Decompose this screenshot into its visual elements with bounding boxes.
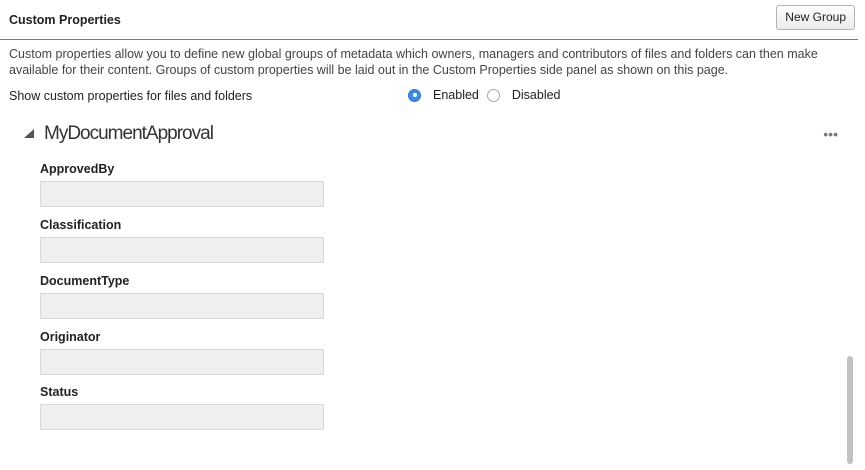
field-label: Originator [40,330,101,344]
originator-input[interactable] [40,349,324,375]
enabled-radio[interactable] [408,88,421,102]
field-label: Classification [40,218,122,232]
field-label: DocumentType [40,274,130,288]
field-originator: Originator [40,329,324,375]
collapse-triangle-icon[interactable] [24,129,34,138]
classification-input[interactable] [40,237,324,263]
disabled-radio-label[interactable]: Disabled [512,88,561,102]
field-documenttype: DocumentType [40,273,324,319]
property-group-header: MyDocumentApproval ••• [24,122,844,148]
approvedby-input[interactable] [40,181,324,207]
page-title: Custom Properties [9,13,121,27]
page-header: Custom Properties New Group [0,0,858,40]
more-options-icon[interactable]: ••• [823,126,838,142]
disabled-radio[interactable] [486,88,500,102]
documenttype-input[interactable] [40,293,324,319]
field-approvedby: ApprovedBy [40,161,324,207]
property-group-title: MyDocumentApproval [44,123,214,144]
description-text: Custom properties allow you to define ne… [9,47,818,77]
new-group-button[interactable]: New Group [776,5,855,30]
scrollbar-thumb[interactable] [847,356,853,464]
custom-properties-page: Custom Properties New Group Custom prope… [0,0,865,470]
show-properties-label: Show custom properties for files and fol… [9,89,253,103]
field-label: Status [40,385,79,399]
vertical-scrollbar[interactable] [844,118,856,466]
status-input[interactable] [40,404,324,430]
field-status: Status [40,384,324,430]
field-label: ApprovedBy [40,162,115,176]
show-properties-radio-group: Enabled Disabled [408,88,561,102]
field-classification: Classification [40,217,324,263]
enabled-radio-label[interactable]: Enabled [433,88,479,102]
